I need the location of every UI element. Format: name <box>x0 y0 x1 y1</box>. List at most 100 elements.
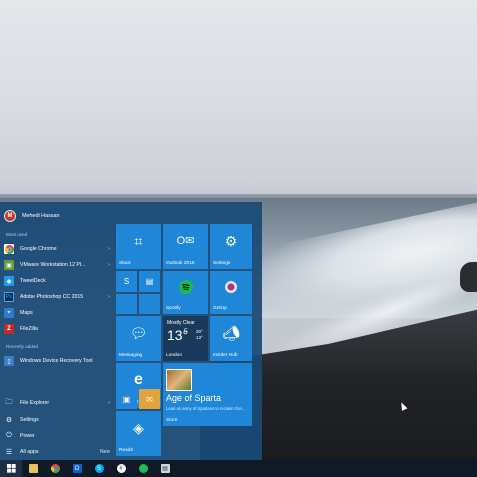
filezilla-icon: Z <box>4 324 14 334</box>
tile-mail-small[interactable]: ▣ <box>116 389 137 409</box>
all-apps-icon: ☰ <box>5 449 13 456</box>
store-app-subtitle: Lead an army of Spartans to reclaim Gre.… <box>166 406 246 411</box>
tile-label: Messaging <box>119 353 143 358</box>
system-item-label: Settings <box>20 417 39 423</box>
folder-icon <box>28 464 38 473</box>
wallpaper-rock <box>460 262 477 292</box>
skype-icon: S <box>123 277 130 286</box>
skype-icon: S <box>94 464 104 473</box>
chevron-right-icon[interactable]: › <box>108 400 110 406</box>
gear-icon: ⚙ <box>224 233 238 249</box>
tile-label: Store <box>166 418 178 423</box>
outlook-icon: O <box>72 464 82 473</box>
most-used-heading: Most used <box>6 232 28 237</box>
app-item-photoshop[interactable]: Ps Adobe Photoshop CC 2015 › <box>4 290 110 304</box>
app-item-tweetdeck[interactable]: ◆ TweetDeck <box>4 274 110 288</box>
tile-label: Slack <box>119 261 131 266</box>
tile-getup[interactable]: GetUp <box>210 271 252 314</box>
app-item-device-recovery-tool[interactable]: ▯ Windows Device Recovery Tool <box>4 354 110 368</box>
tile-insider-hub[interactable]: 📣︎ Insider Hub <box>210 316 252 361</box>
taskbar-slack[interactable]: # <box>110 460 132 477</box>
edge-icon: e <box>134 371 143 388</box>
folder-icon: 🗀 <box>5 398 13 406</box>
chrome-icon <box>4 244 14 254</box>
tile-label: GetUp <box>213 306 227 311</box>
picture-icon: ▣ <box>122 394 131 404</box>
weather-city: London <box>166 353 183 358</box>
taskbar-outlook[interactable]: O <box>66 460 88 477</box>
avatar: M <box>4 210 16 222</box>
megaphone-icon: 📣︎ <box>222 325 240 341</box>
taskbar-spotify[interactable] <box>132 460 154 477</box>
taskbar-readit[interactable]: ▤ <box>154 460 176 477</box>
system-item-label: File Explorer <box>20 400 50 406</box>
vmware-icon: ▣ <box>4 260 14 270</box>
tile-label: Readit <box>119 448 133 453</box>
tile-label: Settings <box>213 261 231 266</box>
tile-label: Spotify <box>166 306 181 311</box>
tile-skype[interactable]: S <box>116 271 137 292</box>
all-apps-button[interactable]: ☰ All apps New <box>4 445 110 459</box>
chevron-right-icon[interactable]: › <box>104 294 110 300</box>
tile-outlook[interactable]: O✉ Outlook 2016 <box>163 224 208 269</box>
app-item-label: Google Chrome <box>20 246 57 252</box>
spotify-icon <box>163 280 208 296</box>
tile-weather[interactable]: Mostly Clear 13° C 20° 13° London <box>163 316 208 361</box>
recently-added-heading: Recently added <box>6 344 38 349</box>
tile-empty[interactable] <box>139 294 160 314</box>
tile-label: Insider Hub <box>213 353 238 358</box>
user-account[interactable]: M Mehedi Hassan <box>4 208 59 224</box>
tile-readit-small[interactable]: ▤ <box>139 271 160 292</box>
getup-icon <box>210 281 252 295</box>
tile-settings[interactable]: ⚙ Settings <box>210 224 252 269</box>
slack-icon: ⌗ <box>134 233 143 249</box>
app-item-maps[interactable]: ⌖ Maps <box>4 306 110 320</box>
document-icon: ▤ <box>145 277 154 286</box>
document-icon: ▤ <box>160 464 170 473</box>
app-item-label: Windows Device Recovery Tool <box>20 358 93 364</box>
power-icon: ⏻ <box>6 432 12 439</box>
chevron-right-icon[interactable]: › <box>104 262 110 268</box>
app-item-filezilla[interactable]: Z FileZilla <box>4 322 110 336</box>
tile-small-app[interactable]: ✉ <box>139 389 160 409</box>
taskbar-chrome[interactable] <box>44 460 66 477</box>
tile-slack[interactable]: ⌗ Slack <box>116 224 161 269</box>
app-item-google-chrome[interactable]: Google Chrome › <box>4 242 110 256</box>
app-item-vmware[interactable]: ▣ VMware Workstation 12 Pl... › <box>4 258 110 272</box>
slack-icon: # <box>116 464 126 473</box>
spotify-icon <box>138 464 148 473</box>
tile-readit[interactable]: ◈ Readit <box>116 411 161 456</box>
tile-store[interactable]: Age of Sparta Lead an army of Spartans t… <box>163 363 252 426</box>
app-item-label: Adobe Photoshop CC 2015 <box>20 294 84 300</box>
weather-unit: C <box>184 328 188 334</box>
outlook-icon: O✉ <box>176 235 195 247</box>
user-name: Mehedi Hassan <box>22 213 60 219</box>
taskbar-file-explorer[interactable] <box>22 460 44 477</box>
cube-icon: ◈ <box>133 420 144 436</box>
app-item-label: Maps <box>20 310 33 316</box>
weather-low: 13° <box>196 335 203 340</box>
tile-spotify[interactable]: Spotify <box>163 271 208 314</box>
weather-high-low: 20° 13° <box>196 329 203 341</box>
taskbar-skype[interactable]: S <box>88 460 110 477</box>
start-menu: M Mehedi Hassan Most used Google Chrome … <box>0 202 262 460</box>
chat-icon: 💬︎ <box>129 325 148 341</box>
age-of-sparta-icon <box>166 369 192 391</box>
gear-icon: ⚙ <box>5 417 13 424</box>
windows-logo-icon <box>6 464 16 473</box>
new-badge: New <box>99 449 110 455</box>
start-button[interactable] <box>0 460 22 477</box>
settings-button[interactable]: ⚙ Settings <box>4 413 110 427</box>
maps-icon: ⌖ <box>4 308 14 318</box>
tile-empty[interactable] <box>116 294 137 314</box>
taskbar: O S # ▤ <box>0 460 477 477</box>
system-item-label: Power <box>20 433 35 439</box>
chevron-right-icon[interactable]: › <box>104 246 110 252</box>
power-button[interactable]: ⏻ Power <box>4 429 110 443</box>
recovery-tool-icon: ▯ <box>4 356 14 366</box>
app-item-label: FileZilla <box>20 326 38 332</box>
mail-icon: ✉ <box>146 394 153 404</box>
file-explorer-button[interactable]: 🗀 File Explorer › <box>4 396 111 410</box>
photoshop-icon: Ps <box>4 292 14 302</box>
tile-messaging[interactable]: 💬︎ Messaging <box>116 316 161 361</box>
